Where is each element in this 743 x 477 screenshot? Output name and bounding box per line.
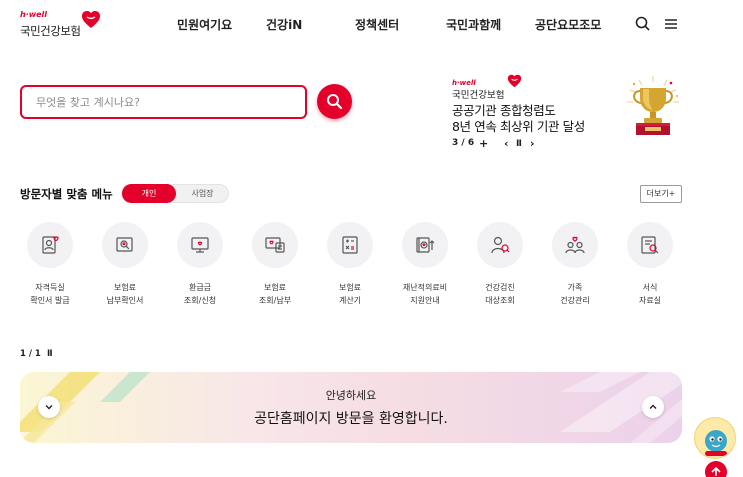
banner-org-name: 국민건강보험 [452, 90, 505, 101]
arrow-up-icon [711, 466, 721, 476]
service-label-line2: 조회/신청 [183, 296, 217, 305]
banner-next-button[interactable]: › [530, 137, 535, 150]
refund-monitor-icon [191, 237, 209, 253]
forms-archive-icon [641, 236, 659, 254]
service-label-line1: 가족 [567, 283, 583, 292]
service-premium-payment-confirmation[interactable]: 보험료 납부확인서 [95, 222, 155, 312]
banner-add-button[interactable]: + [479, 137, 488, 150]
service-qualification-certificate[interactable]: 자격득실 확인서 발급 [20, 222, 80, 312]
service-icon-circle [327, 222, 373, 268]
calculator-icon [342, 236, 358, 254]
toggle-business[interactable]: 사업장 [176, 185, 229, 202]
search-box [20, 85, 307, 119]
banner-pause-button[interactable]: Ⅱ [516, 139, 522, 149]
chevron-down-icon [45, 405, 53, 410]
banner-pager: 3 / 6 [452, 138, 475, 148]
service-label-line1: 자격득실 [35, 283, 65, 292]
service-label-line1: 보험료 [338, 283, 362, 292]
checkup-target-icon [491, 236, 510, 254]
service-label-line1: 서식 [642, 283, 658, 292]
menu-pause-button[interactable]: Ⅱ [47, 349, 53, 359]
service-refund[interactable]: 환급금 조회/신청 [170, 222, 230, 312]
service-label-line2: 대상조회 [485, 296, 515, 305]
banner-title-line2: 8년 연속 최상위 기관 달성 [452, 119, 585, 134]
medical-expense-support-icon [416, 237, 435, 253]
chevron-up-icon [649, 404, 657, 409]
service-icon-circle [177, 222, 223, 268]
toggle-personal[interactable]: 개인 [122, 184, 176, 203]
service-forms-archive[interactable]: 서식 자료실 [620, 222, 680, 312]
heart-logo-icon [507, 74, 522, 88]
header: h·well 국민건강보험 민원여기요 건강iN 정책센터 국민과함께 공단요모… [0, 0, 743, 50]
family-health-icon [565, 236, 585, 254]
premium-inquiry-icon [265, 237, 285, 253]
welcome-banner: 안녕하세요 공단홈페이지 방문을 환영합니다. [20, 372, 682, 443]
service-label-line2: 조회/납부 [258, 296, 292, 305]
service-icon-circle [402, 222, 448, 268]
hamburger-menu-icon[interactable] [661, 14, 681, 34]
search-icon [327, 94, 343, 110]
service-icon-circle [252, 222, 298, 268]
service-label-line1: 보험료 [263, 283, 287, 292]
service-premium-calculator[interactable]: 보험료 계산기 [320, 222, 380, 312]
service-premium-inquiry[interactable]: 보험료 조회/납부 [245, 222, 305, 312]
main-nav: 민원여기요 건강iN 정책센터 국민과함께 공단요모조모 [0, 16, 743, 34]
nav-item-about-nhis[interactable]: 공단요모조모 [535, 16, 601, 33]
service-label-line2: 확인서 발급 [30, 296, 70, 305]
search-icon[interactable] [633, 14, 653, 34]
welcome-message: 공단홈페이지 방문을 환영합니다. [254, 411, 448, 427]
service-label-line2: 자료실 [638, 296, 662, 305]
search-input[interactable] [36, 93, 291, 111]
qualification-certificate-icon [42, 236, 59, 254]
service-label-line2: 납부확인서 [106, 296, 144, 305]
banner-prev-button[interactable]: ‹ [504, 137, 509, 150]
service-icon-circle [102, 222, 148, 268]
service-label-line1: 재난적의료비 [402, 283, 448, 292]
service-icon-circle [552, 222, 598, 268]
visitor-type-toggle: 개인 사업장 [121, 184, 229, 203]
mascot-icon [705, 430, 727, 456]
welcome-expand-button[interactable] [38, 396, 60, 418]
banner-tagline: h·well [452, 79, 476, 87]
nav-item-civil-service[interactable]: 민원여기요 [177, 16, 232, 33]
service-label-line2: 계산기 [338, 296, 362, 305]
service-label-line1: 건강검진 [485, 283, 515, 292]
premium-payment-confirmation-icon [116, 237, 133, 252]
welcome-greeting: 안녕하세요 [325, 389, 377, 402]
service-icon-circle [627, 222, 673, 268]
visitor-menu-title: 방문자별 맞춤 메뉴 [20, 187, 113, 201]
service-medical-expense-support[interactable]: 재난적의료비 지원안내 [395, 222, 455, 312]
service-label-line2: 건강관리 [560, 296, 590, 305]
nav-item-health-in[interactable]: 건강iN [266, 16, 302, 33]
more-button[interactable]: 더보기+ [640, 185, 682, 203]
promo-banner[interactable]: h·well 국민건강보험 공공기관 종합청렴도 8년 연속 최상위 기관 달성… [452, 74, 692, 164]
search-button[interactable] [317, 84, 352, 119]
chatbot-mascot-button[interactable] [694, 417, 736, 459]
service-icon-circle [477, 222, 523, 268]
trophy-icon [627, 76, 679, 135]
service-icon-circle [27, 222, 73, 268]
nav-item-with-citizens[interactable]: 국민과함께 [446, 16, 501, 33]
service-label-line2: 지원안내 [410, 296, 440, 305]
menu-pager: 1 / 1 [20, 349, 41, 359]
scroll-top-button[interactable] [705, 461, 727, 477]
welcome-collapse-button[interactable] [642, 396, 664, 418]
service-label-line1: 보험료 [113, 283, 137, 292]
service-label-line1: 환급금 [188, 283, 212, 292]
service-family-health[interactable]: 가족 건강관리 [545, 222, 605, 312]
service-checkup-target[interactable]: 건강검진 대상조회 [470, 222, 530, 312]
nav-item-policy-center[interactable]: 정책센터 [355, 16, 399, 33]
page: h·well 국민건강보험 민원여기요 건강iN 정책센터 국민과함께 공단요모… [0, 0, 743, 477]
